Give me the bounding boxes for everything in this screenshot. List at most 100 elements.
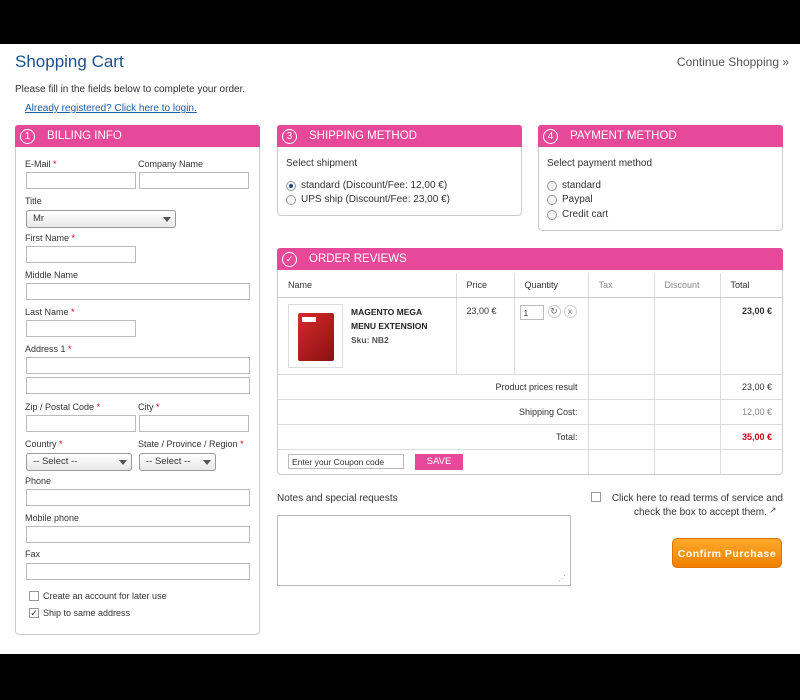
item-total: 23,00 € bbox=[720, 297, 782, 375]
mobile-input[interactable] bbox=[26, 526, 250, 543]
payment-panel: 4 PAYMENT METHOD Select payment method s… bbox=[538, 125, 783, 231]
summary-row-products: Product prices result 23,00 € bbox=[278, 374, 782, 400]
billing-panel: 1 BILLING INFO E-Mail * Company Name Tit… bbox=[15, 125, 260, 635]
coupon-cell: Enter your Coupon code SAVE bbox=[278, 449, 589, 474]
coupon-input[interactable]: Enter your Coupon code bbox=[288, 453, 404, 469]
chevron-down-icon bbox=[203, 460, 211, 465]
payment-title: PAYMENT METHOD bbox=[570, 130, 677, 142]
summary-row-shipping: Shipping Cost: 12,00 € bbox=[278, 399, 782, 425]
zip-input[interactable] bbox=[26, 415, 136, 432]
product-prices-label: Product prices result bbox=[278, 374, 589, 400]
billing-title: BILLING INFO bbox=[47, 130, 122, 142]
create-account-label: Create an account for later use bbox=[43, 591, 167, 601]
col-tax: Tax bbox=[588, 273, 655, 298]
col-price: Price bbox=[456, 273, 515, 298]
order-table: Name Price Quantity Tax Discount Total M… bbox=[278, 273, 782, 474]
item-price: 23,00 € bbox=[456, 297, 515, 375]
product-box-art bbox=[298, 312, 334, 361]
shipping-title: SHIPPING METHOD bbox=[309, 130, 417, 142]
check-icon: ✓ bbox=[282, 251, 297, 267]
terms-line1[interactable]: Click here to read terms of service and bbox=[612, 493, 783, 504]
phone-input[interactable] bbox=[26, 489, 250, 506]
title-label: Title bbox=[25, 196, 42, 206]
first-name-input[interactable] bbox=[26, 246, 136, 263]
last-name-input[interactable] bbox=[26, 320, 136, 337]
email-label: E-Mail * bbox=[25, 159, 57, 169]
create-account-checkbox[interactable] bbox=[29, 591, 39, 601]
payment-option-paypal-radio[interactable] bbox=[547, 195, 557, 205]
shipping-option-standard-radio[interactable] bbox=[286, 181, 296, 191]
summary-row-total: Total: 35,00 € bbox=[278, 424, 782, 450]
payment-subtitle: Select payment method bbox=[547, 158, 653, 169]
title-select[interactable]: Mr bbox=[26, 210, 176, 228]
order-header: ✓ ORDER REVIEWS bbox=[277, 248, 783, 270]
fax-input[interactable] bbox=[26, 563, 250, 580]
checkout-page: Shopping Cart Continue Shopping » Please… bbox=[0, 44, 800, 654]
col-total: Total bbox=[720, 273, 782, 298]
company-label: Company Name bbox=[138, 159, 204, 169]
chevron-down-icon bbox=[119, 460, 127, 465]
terms-checkbox[interactable] bbox=[591, 492, 601, 502]
product-sku: Sku: NB2 bbox=[351, 334, 389, 345]
login-link[interactable]: Already registered? Click here to login. bbox=[25, 103, 197, 114]
step-number: 3 bbox=[282, 128, 297, 144]
fax-label: Fax bbox=[25, 549, 41, 559]
remove-icon[interactable]: x bbox=[563, 304, 577, 318]
item-quantity-cell: 1 ↻ x bbox=[514, 297, 589, 375]
table-row: MAGENTO MEGA MENU EXTENSION Sku: NB2 23,… bbox=[278, 297, 782, 375]
step-number: 4 bbox=[543, 128, 558, 144]
product-prices-value: 23,00 € bbox=[720, 374, 782, 400]
shipping-option-ups-radio[interactable] bbox=[286, 195, 296, 205]
item-discount bbox=[654, 297, 721, 375]
payment-option-standard-radio[interactable] bbox=[547, 181, 557, 191]
order-reviews-panel: ✓ ORDER REVIEWS Name Price Quantity Tax … bbox=[277, 248, 783, 475]
payment-option-credit-radio[interactable] bbox=[547, 210, 557, 220]
state-label: State / Province / Region * bbox=[138, 439, 244, 449]
country-label: Country * bbox=[25, 439, 63, 449]
resize-handle-icon[interactable]: ⋰ bbox=[558, 575, 566, 583]
ship-same-checkbox[interactable]: ✓ bbox=[29, 608, 39, 618]
middle-name-input[interactable] bbox=[26, 283, 250, 300]
table-header-row: Name Price Quantity Tax Discount Total bbox=[278, 273, 782, 298]
notes-textarea[interactable]: ⋰ bbox=[277, 515, 571, 586]
email-input[interactable] bbox=[26, 172, 136, 189]
address-label: Address 1 * bbox=[25, 344, 72, 354]
step-number: 1 bbox=[20, 128, 35, 144]
col-name: Name bbox=[278, 273, 457, 298]
col-quantity: Quantity bbox=[514, 273, 589, 298]
payment-option-standard-label: standard bbox=[562, 180, 601, 191]
product-image bbox=[288, 303, 343, 368]
mobile-label: Mobile phone bbox=[25, 513, 80, 523]
zip-label: Zip / Postal Code * bbox=[25, 402, 101, 412]
shipping-option-ups-label: UPS ship (Discount/Fee: 23,00 €) bbox=[301, 194, 450, 205]
coupon-save-button[interactable]: SAVE bbox=[415, 453, 463, 470]
terms-line2[interactable]: check the box to accept them. bbox=[634, 507, 767, 518]
shipping-cost-value: 12,00 € bbox=[720, 399, 782, 425]
total-label: Total: bbox=[278, 424, 589, 450]
item-name-cell: MAGENTO MEGA MENU EXTENSION Sku: NB2 bbox=[278, 297, 457, 375]
confirm-purchase-button[interactable]: Confirm Purchase bbox=[672, 538, 782, 568]
company-input[interactable] bbox=[139, 172, 249, 189]
payment-option-paypal-label: Paypal bbox=[562, 194, 593, 205]
first-name-label: First Name * bbox=[25, 233, 76, 243]
city-label: City * bbox=[138, 402, 160, 412]
coupon-row: Enter your Coupon code SAVE bbox=[278, 449, 782, 474]
continue-shopping-link[interactable]: Continue Shopping » bbox=[677, 55, 789, 69]
address-input-2[interactable] bbox=[26, 377, 250, 394]
country-select[interactable]: -- Select -- bbox=[26, 453, 132, 471]
quantity-input[interactable]: 1 bbox=[519, 304, 544, 320]
external-link-icon[interactable]: ↗ bbox=[769, 505, 777, 516]
refresh-icon[interactable]: ↻ bbox=[547, 304, 561, 318]
shipping-subtitle: Select shipment bbox=[286, 158, 358, 169]
shipping-cost-label: Shipping Cost: bbox=[278, 399, 589, 425]
total-value: 35,00 € bbox=[720, 424, 782, 450]
city-input[interactable] bbox=[139, 415, 249, 432]
last-name-label: Last Name * bbox=[25, 307, 75, 317]
shipping-panel: 3 SHIPPING METHOD Select shipment standa… bbox=[277, 125, 522, 216]
address-input-1[interactable] bbox=[26, 357, 250, 374]
order-title: ORDER REVIEWS bbox=[309, 253, 407, 265]
billing-header: 1 BILLING INFO bbox=[15, 125, 260, 147]
payment-header: 4 PAYMENT METHOD bbox=[538, 125, 783, 147]
state-select[interactable]: -- Select -- bbox=[139, 453, 216, 471]
payment-option-credit-label: Credit cart bbox=[562, 209, 609, 220]
